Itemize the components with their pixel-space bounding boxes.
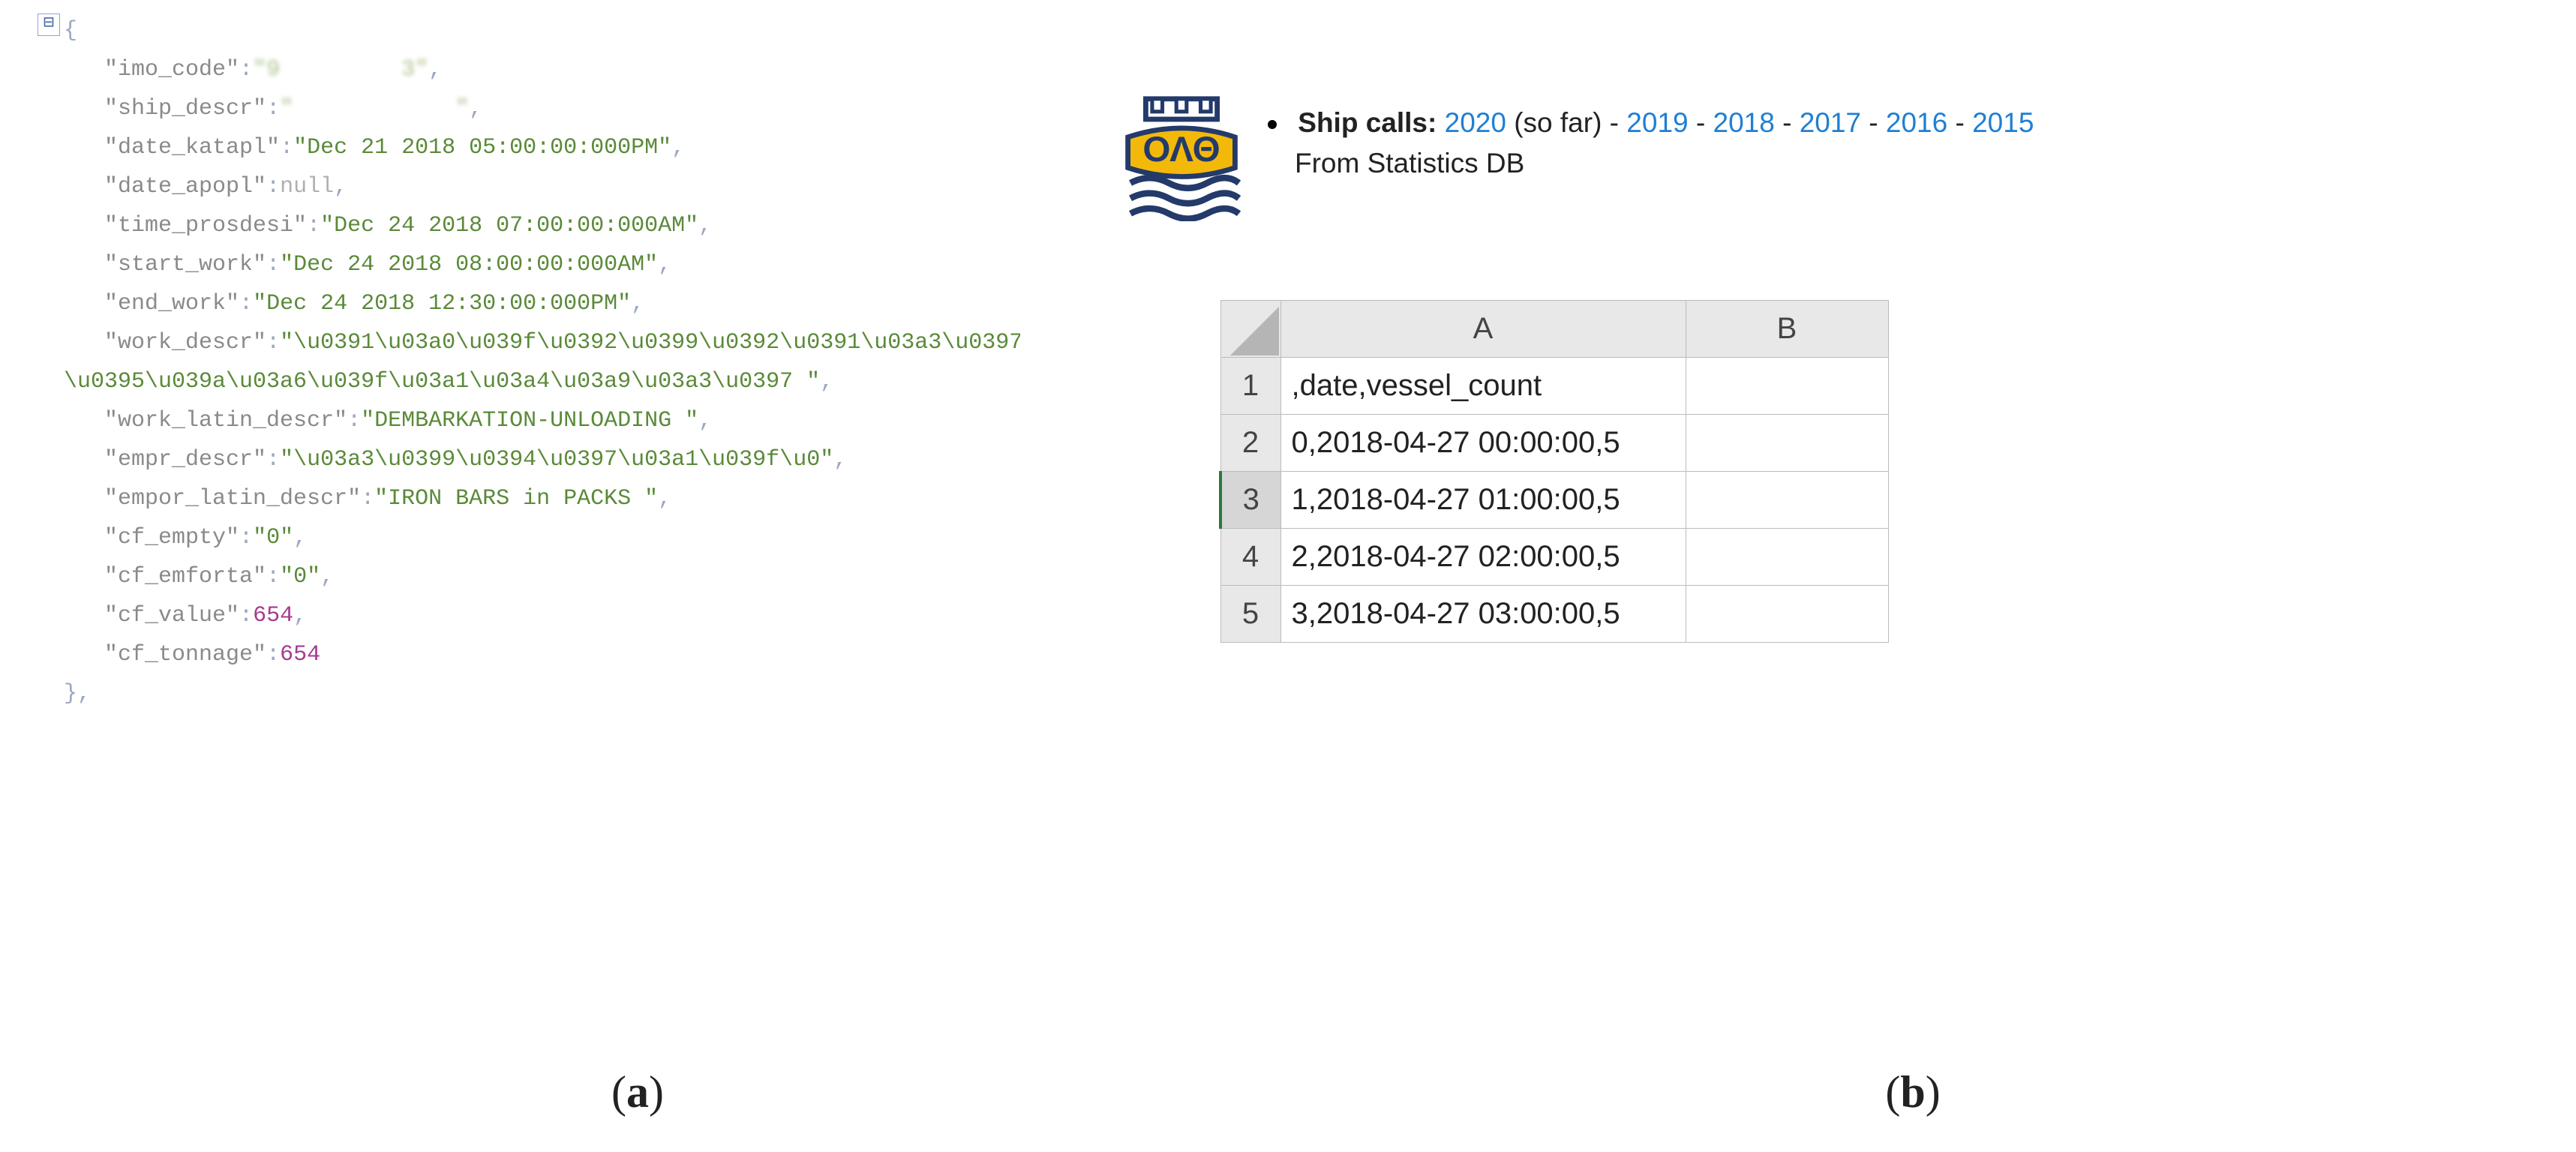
spreadsheet: A B 1,date,vessel_count20,2018-04-27 00:… [1219, 300, 1889, 643]
table-row[interactable]: 42,2018-04-27 02:00:00,5 [1220, 529, 1888, 586]
source-label: From Statistics DB [1295, 148, 1524, 179]
cell[interactable]: 2,2018-04-27 02:00:00,5 [1280, 529, 1686, 586]
select-all-corner[interactable] [1220, 301, 1280, 358]
year-link-2015[interactable]: 2015 [1972, 107, 2034, 138]
year-link-2017[interactable]: 2017 [1800, 107, 1861, 138]
cell[interactable]: 1,2018-04-27 01:00:00,5 [1280, 472, 1686, 529]
svg-text:ΟΛΘ: ΟΛΘ [1142, 130, 1220, 170]
row-header[interactable]: 1 [1220, 358, 1280, 415]
table-row[interactable]: 31,2018-04-27 01:00:00,5 [1220, 472, 1888, 529]
bullet-icon [1268, 120, 1277, 129]
ship-calls-line: Ship calls: 2020 (so far) - 2019 - 2018 … [1268, 107, 2513, 139]
ship-calls-label: Ship calls: [1298, 107, 1437, 138]
table-row[interactable]: 53,2018-04-27 03:00:00,5 [1220, 586, 1888, 643]
collapse-toggle-icon[interactable]: ⊟ [38, 14, 60, 36]
subfigure-label-b: (b) [1275, 1066, 2550, 1118]
year-link-2018[interactable]: 2018 [1713, 107, 1775, 138]
column-header-b[interactable]: B [1686, 301, 1888, 358]
cell[interactable] [1686, 529, 1888, 586]
year-link-2016[interactable]: 2016 [1886, 107, 1947, 138]
row-header[interactable]: 4 [1220, 529, 1280, 586]
cell[interactable] [1686, 358, 1888, 415]
cell[interactable]: ,date,vessel_count [1280, 358, 1686, 415]
json-code-block: ⊟ { "imo_code":"9 3", "ship_descr":" ", … [23, 8, 1020, 982]
cell[interactable] [1686, 415, 1888, 472]
subfigure-label-a: (a) [0, 1066, 1275, 1118]
port-logo: ΟΛΘ [1118, 94, 1245, 221]
column-header-a[interactable]: A [1280, 301, 1686, 358]
row-header[interactable]: 3 [1220, 472, 1280, 529]
row-header[interactable]: 2 [1220, 415, 1280, 472]
cell[interactable]: 0,2018-04-27 00:00:00,5 [1280, 415, 1686, 472]
table-row[interactable]: 20,2018-04-27 00:00:00,5 [1220, 415, 1888, 472]
row-header[interactable]: 5 [1220, 586, 1280, 643]
table-row[interactable]: 1,date,vessel_count [1220, 358, 1888, 415]
year-link-2019[interactable]: 2019 [1626, 107, 1688, 138]
year-link-2020[interactable]: 2020 [1445, 107, 1506, 138]
cell[interactable] [1686, 586, 1888, 643]
cell[interactable] [1686, 472, 1888, 529]
cell[interactable]: 3,2018-04-27 03:00:00,5 [1280, 586, 1686, 643]
